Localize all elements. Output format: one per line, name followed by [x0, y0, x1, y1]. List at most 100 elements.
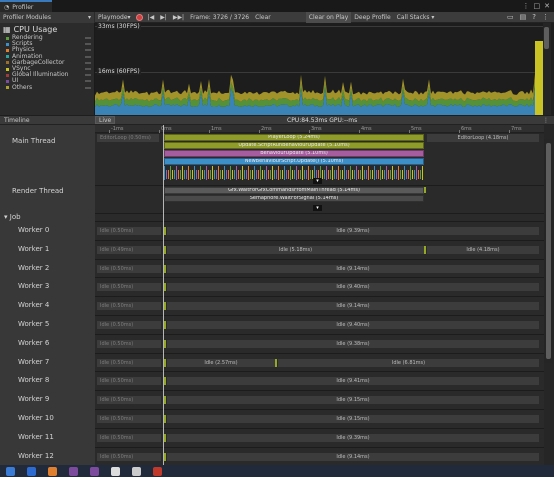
scrollbar-thumb[interactable]	[544, 27, 549, 49]
save-icon[interactable]: ▤	[520, 13, 527, 21]
menu-icon[interactable]: ⋮	[542, 13, 549, 21]
idle-bar-pre[interactable]: Idle (0.50ms)	[97, 377, 161, 386]
browser-icon[interactable]	[6, 466, 15, 476]
worker-label[interactable]: Worker 11	[0, 433, 95, 441]
job-marker[interactable]	[164, 377, 166, 386]
job-marker[interactable]	[164, 433, 166, 442]
job-marker[interactable]	[164, 415, 166, 423]
job-marker[interactable]	[164, 452, 166, 461]
job-marker[interactable]	[164, 245, 166, 254]
semaphore-wait-bar[interactable]: Semaphore.WaitForSignal (5.14ms)	[164, 195, 424, 202]
worker-label[interactable]: Worker 3	[0, 282, 95, 290]
idle-bar[interactable]: Idle (9.14ms)	[167, 302, 539, 311]
clear-button[interactable]: Clear	[252, 12, 274, 23]
idle-bar[interactable]: Idle (9.40ms)	[167, 321, 539, 329]
idle-bar-pre[interactable]: Idle (0.50ms)	[97, 264, 161, 273]
worker-label[interactable]: Worker 5	[0, 320, 95, 328]
clear-on-play-toggle[interactable]: Clear on Play	[305, 11, 352, 23]
idle-bar-pre[interactable]: Idle (0.50ms)	[97, 433, 161, 442]
playerloop-bar[interactable]: PlayerLoop (5.24ms)	[164, 134, 424, 141]
worker-label[interactable]: Worker 8	[0, 376, 95, 384]
job-marker[interactable]	[164, 302, 166, 311]
timeline-view-dropdown[interactable]: Timeline	[0, 117, 95, 124]
idle-bar[interactable]: Idle (9.41ms)	[167, 377, 539, 386]
job-marker[interactable]	[424, 245, 426, 254]
profiler-modules-dropdown[interactable]: Profiler Modules ▾	[0, 11, 95, 23]
record-button[interactable]	[135, 13, 143, 21]
recorder-icon[interactable]	[153, 466, 162, 476]
job-marker[interactable]	[164, 339, 166, 348]
worker-label[interactable]: Worker 7	[0, 358, 95, 366]
idle-bar-pre[interactable]: Idle (0.50ms)	[97, 452, 161, 461]
live-toggle[interactable]: Live	[95, 116, 116, 124]
idle-bar-pre[interactable]: Idle (0.50ms)	[97, 321, 161, 329]
prev-frame-button[interactable]: |◀	[145, 12, 158, 23]
expand-main-thread-icon[interactable]: ▾	[313, 178, 322, 184]
idle-bar[interactable]: Idle (2.57ms)	[167, 358, 275, 367]
idle-bar-pre[interactable]: Idle (0.49ms)	[97, 245, 161, 254]
main-thread-label[interactable]: Main Thread	[0, 137, 95, 145]
idle-bar[interactable]: Idle (9.15ms)	[167, 396, 539, 405]
unity-icon-2[interactable]	[132, 466, 141, 476]
idle-bar-pre[interactable]: Idle (0.50ms)	[97, 415, 161, 423]
deep-profile-toggle[interactable]: Deep Profile	[351, 12, 393, 23]
worker-label[interactable]: Worker 6	[0, 339, 95, 347]
job-marker[interactable]	[164, 227, 166, 235]
worker-label[interactable]: Worker 0	[0, 226, 95, 234]
worker-label[interactable]: Worker 2	[0, 264, 95, 272]
current-frame-button[interactable]: ▶▶|	[170, 12, 187, 23]
idle-bar[interactable]: Idle (9.15ms)	[167, 415, 539, 423]
idle-bar[interactable]: Idle (9.40ms)	[167, 283, 539, 292]
job-group-label[interactable]: ▾ Job	[0, 213, 95, 221]
timeline-scrollbar[interactable]	[544, 139, 553, 363]
idle-bar[interactable]: Idle (9.14ms)	[167, 264, 539, 273]
editor-loop-left-bar[interactable]: EditorLoop (0.50ms)	[97, 134, 159, 142]
job-marker[interactable]	[164, 283, 166, 292]
idle-bar[interactable]: Idle (9.39ms)	[167, 433, 539, 442]
idle-bar-pre[interactable]: Idle (0.50ms)	[97, 358, 161, 367]
job-marker[interactable]	[164, 396, 166, 405]
idle-bar[interactable]: Idle (9.38ms)	[167, 339, 539, 348]
job-marker[interactable]	[164, 358, 166, 367]
script-update-bar[interactable]: NewBehaviourScript.Update() (5.10ms)	[164, 158, 424, 165]
timeline-scrollbar-thumb[interactable]	[546, 143, 551, 359]
idle-bar-pre[interactable]: Idle (0.50ms)	[97, 396, 161, 405]
unity-icon[interactable]	[111, 466, 120, 476]
job-marker[interactable]	[275, 358, 277, 367]
idle-bar[interactable]: Idle (5.18ms)	[167, 245, 424, 254]
idle-bar[interactable]: Idle (6.81ms)	[278, 358, 539, 367]
app-icon[interactable]	[27, 466, 36, 476]
idle-bar[interactable]: Idle (9.14ms)	[167, 452, 539, 461]
idle-bar[interactable]: Idle (9.39ms)	[167, 227, 539, 235]
timeline-menu-icon[interactable]: ⋮	[543, 117, 549, 124]
job-marker[interactable]	[164, 264, 166, 273]
idle-bar-pre[interactable]: Idle (0.50ms)	[97, 227, 161, 235]
help-icon[interactable]: ?	[532, 13, 536, 21]
timeline-view[interactable]: Main Thread Render Thread ▾ Job Worker 0…	[0, 125, 554, 465]
worker-label[interactable]: Worker 1	[0, 245, 95, 253]
more-options-icon[interactable]: ⋮	[523, 2, 530, 10]
gfx-wait-bar[interactable]: Gfx.WaitForGfxCommandsFromMainThread (5.…	[164, 187, 424, 194]
idle-bar-pre[interactable]: Idle (0.50ms)	[97, 283, 161, 292]
worker-label[interactable]: Worker 12	[0, 452, 95, 460]
next-frame-button[interactable]: ▶|	[157, 12, 170, 23]
job-marker[interactable]	[164, 321, 166, 329]
load-icon[interactable]: ▭	[507, 13, 514, 21]
timeline-grid[interactable]: -1ms 0ms 1ms 2ms 3ms 4ms 5ms 6ms 7ms EditorLoop …	[95, 125, 544, 465]
profiler-tab[interactable]: ◔ Profiler	[0, 0, 52, 12]
visual-studio-icon[interactable]	[69, 466, 78, 476]
folder-icon[interactable]	[48, 466, 57, 476]
script-run-update-bar[interactable]: Update.ScriptRunBehaviourUpdate (5.10ms)	[164, 142, 424, 149]
idle-bar-pre[interactable]: Idle (0.50ms)	[97, 302, 161, 311]
editor-loop-right-bar[interactable]: EditorLoop (4.18ms)	[427, 134, 539, 142]
visual-studio-icon-2[interactable]	[90, 466, 99, 476]
playmode-dropdown[interactable]: Playmode ▾	[95, 12, 134, 23]
worker-label[interactable]: Worker 9	[0, 395, 95, 403]
idle-bar[interactable]: Idle (4.18ms)	[427, 245, 539, 254]
worker-label[interactable]: Worker 10	[0, 414, 95, 422]
legend-item[interactable]: Others	[0, 84, 94, 91]
behaviour-update-bar[interactable]: BehaviourUpdate (5.10ms)	[164, 150, 424, 157]
cpu-usage-chart[interactable]: 33ms (30FPS) 16ms (60FPS)	[95, 23, 543, 115]
call-stacks-dropdown[interactable]: Call Stacks ▾	[394, 12, 438, 23]
worker-label[interactable]: Worker 4	[0, 301, 95, 309]
